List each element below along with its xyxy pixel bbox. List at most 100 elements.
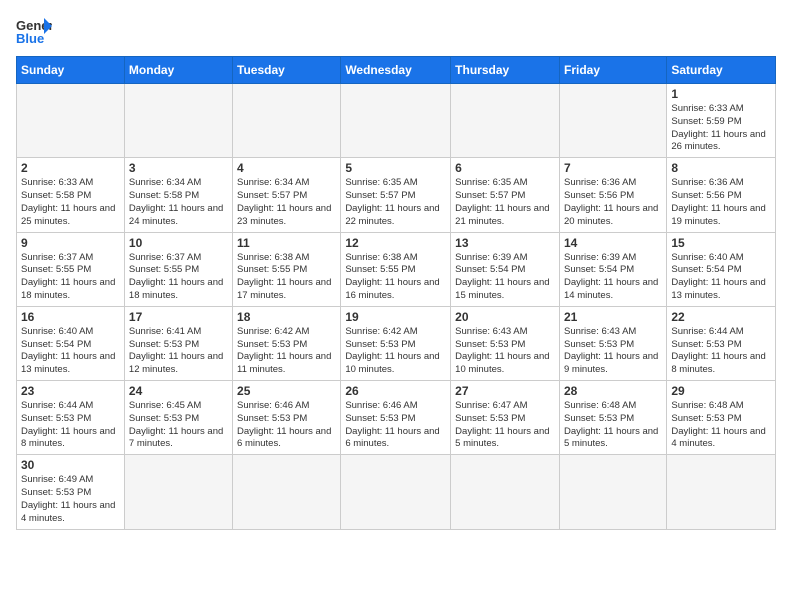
day-number: 2 — [21, 161, 120, 175]
calendar-week-2: 2 Sunrise: 6:33 AM Sunset: 5:58 PM Daylig… — [17, 158, 776, 232]
day-info: Sunrise: 6:43 AM Sunset: 5:53 PM Dayligh… — [564, 326, 662, 377]
calendar-header-row: SundayMondayTuesdayWednesdayThursdayFrid… — [17, 57, 776, 84]
day-number: 21 — [564, 310, 662, 324]
calendar-cell: 6 Sunrise: 6:35 AM Sunset: 5:57 PM Daylig… — [451, 158, 560, 232]
calendar-cell: 12 Sunrise: 6:38 AM Sunset: 5:55 PM Dayli… — [341, 232, 451, 306]
calendar-cell — [451, 455, 560, 529]
weekday-header-saturday: Saturday — [667, 57, 776, 84]
day-info: Sunrise: 6:34 AM Sunset: 5:58 PM Dayligh… — [129, 177, 228, 228]
day-info: Sunrise: 6:38 AM Sunset: 5:55 PM Dayligh… — [237, 252, 336, 303]
calendar-cell — [341, 455, 451, 529]
weekday-header-sunday: Sunday — [17, 57, 125, 84]
calendar-cell: 24 Sunrise: 6:45 AM Sunset: 5:53 PM Dayli… — [124, 381, 232, 455]
calendar-cell: 1Sunrise: 6:33 AM Sunset: 5:59 PM Daylig… — [667, 84, 776, 158]
calendar-cell: 18 Sunrise: 6:42 AM Sunset: 5:53 PM Dayli… — [233, 306, 341, 380]
calendar-cell — [667, 455, 776, 529]
day-number: 14 — [564, 236, 662, 250]
logo: General Blue — [16, 16, 52, 46]
calendar-week-5: 23 Sunrise: 6:44 AM Sunset: 5:53 PM Dayli… — [17, 381, 776, 455]
calendar-cell — [124, 84, 232, 158]
day-info: Sunrise: 6:39 AM Sunset: 5:54 PM Dayligh… — [564, 252, 662, 303]
calendar-cell: 16 Sunrise: 6:40 AM Sunset: 5:54 PM Dayli… — [17, 306, 125, 380]
day-info: Sunrise: 6:40 AM Sunset: 5:54 PM Dayligh… — [21, 326, 120, 377]
calendar-cell — [559, 84, 666, 158]
day-number: 6 — [455, 161, 555, 175]
day-info: Sunrise: 6:48 AM Sunset: 5:53 PM Dayligh… — [671, 400, 771, 451]
day-info: Sunrise: 6:37 AM Sunset: 5:55 PM Dayligh… — [129, 252, 228, 303]
day-number: 29 — [671, 384, 771, 398]
calendar-cell: 5Sunrise: 6:35 AM Sunset: 5:57 PM Daylig… — [341, 158, 451, 232]
day-number: 1 — [671, 87, 771, 101]
day-info: Sunrise: 6:34 AM Sunset: 5:57 PM Dayligh… — [237, 177, 336, 228]
day-number: 10 — [129, 236, 228, 250]
day-info: Sunrise: 6:47 AM Sunset: 5:53 PM Dayligh… — [455, 400, 555, 451]
calendar-week-4: 16 Sunrise: 6:40 AM Sunset: 5:54 PM Dayli… — [17, 306, 776, 380]
day-number: 9 — [21, 236, 120, 250]
day-info: Sunrise: 6:38 AM Sunset: 5:55 PM Dayligh… — [345, 252, 446, 303]
calendar-cell: 8 Sunrise: 6:36 AM Sunset: 5:56 PM Daylig… — [667, 158, 776, 232]
weekday-header-wednesday: Wednesday — [341, 57, 451, 84]
day-info: Sunrise: 6:37 AM Sunset: 5:55 PM Dayligh… — [21, 252, 120, 303]
weekday-header-friday: Friday — [559, 57, 666, 84]
calendar-cell: 27Sunrise: 6:47 AM Sunset: 5:53 PM Dayli… — [451, 381, 560, 455]
day-info: Sunrise: 6:36 AM Sunset: 5:56 PM Dayligh… — [671, 177, 771, 228]
day-number: 20 — [455, 310, 555, 324]
day-number: 15 — [671, 236, 771, 250]
day-info: Sunrise: 6:36 AM Sunset: 5:56 PM Dayligh… — [564, 177, 662, 228]
calendar-cell — [124, 455, 232, 529]
calendar-cell: 11 Sunrise: 6:38 AM Sunset: 5:55 PM Dayli… — [233, 232, 341, 306]
day-info: Sunrise: 6:44 AM Sunset: 5:53 PM Dayligh… — [671, 326, 771, 377]
calendar-cell: 20 Sunrise: 6:43 AM Sunset: 5:53 PM Dayli… — [451, 306, 560, 380]
day-info: Sunrise: 6:35 AM Sunset: 5:57 PM Dayligh… — [455, 177, 555, 228]
day-info: Sunrise: 6:42 AM Sunset: 5:53 PM Dayligh… — [237, 326, 336, 377]
day-info: Sunrise: 6:44 AM Sunset: 5:53 PM Dayligh… — [21, 400, 120, 451]
logo-icon: General Blue — [16, 16, 52, 46]
day-number: 30 — [21, 458, 120, 472]
calendar-cell: 19 Sunrise: 6:42 AM Sunset: 5:53 PM Dayli… — [341, 306, 451, 380]
day-info: Sunrise: 6:48 AM Sunset: 5:53 PM Dayligh… — [564, 400, 662, 451]
calendar-cell: 21 Sunrise: 6:43 AM Sunset: 5:53 PM Dayli… — [559, 306, 666, 380]
day-number: 26 — [345, 384, 446, 398]
day-info: Sunrise: 6:35 AM Sunset: 5:57 PM Dayligh… — [345, 177, 446, 228]
calendar-cell: 10 Sunrise: 6:37 AM Sunset: 5:55 PM Dayli… — [124, 232, 232, 306]
day-number: 18 — [237, 310, 336, 324]
day-info: Sunrise: 6:46 AM Sunset: 5:53 PM Dayligh… — [237, 400, 336, 451]
svg-text:Blue: Blue — [16, 31, 44, 46]
day-number: 11 — [237, 236, 336, 250]
day-info: Sunrise: 6:39 AM Sunset: 5:54 PM Dayligh… — [455, 252, 555, 303]
calendar-cell — [451, 84, 560, 158]
calendar-cell: 15Sunrise: 6:40 AM Sunset: 5:54 PM Dayli… — [667, 232, 776, 306]
day-info: Sunrise: 6:41 AM Sunset: 5:53 PM Dayligh… — [129, 326, 228, 377]
day-info: Sunrise: 6:49 AM Sunset: 5:53 PM Dayligh… — [21, 474, 120, 525]
calendar-cell: 17 Sunrise: 6:41 AM Sunset: 5:53 PM Dayli… — [124, 306, 232, 380]
day-number: 28 — [564, 384, 662, 398]
day-info: Sunrise: 6:45 AM Sunset: 5:53 PM Dayligh… — [129, 400, 228, 451]
day-number: 4 — [237, 161, 336, 175]
calendar-cell: 22 Sunrise: 6:44 AM Sunset: 5:53 PM Dayli… — [667, 306, 776, 380]
calendar-cell: 2 Sunrise: 6:33 AM Sunset: 5:58 PM Daylig… — [17, 158, 125, 232]
calendar-cell: 30 Sunrise: 6:49 AM Sunset: 5:53 PM Dayli… — [17, 455, 125, 529]
calendar-week-6: 30 Sunrise: 6:49 AM Sunset: 5:53 PM Dayli… — [17, 455, 776, 529]
calendar-cell — [233, 84, 341, 158]
day-number: 22 — [671, 310, 771, 324]
day-number: 25 — [237, 384, 336, 398]
calendar-cell: 4 Sunrise: 6:34 AM Sunset: 5:57 PM Daylig… — [233, 158, 341, 232]
day-info: Sunrise: 6:33 AM Sunset: 5:58 PM Dayligh… — [21, 177, 120, 228]
page-header: General Blue — [16, 16, 776, 46]
calendar-cell: 28 Sunrise: 6:48 AM Sunset: 5:53 PM Dayli… — [559, 381, 666, 455]
weekday-header-thursday: Thursday — [451, 57, 560, 84]
day-info: Sunrise: 6:43 AM Sunset: 5:53 PM Dayligh… — [455, 326, 555, 377]
calendar-cell: 3Sunrise: 6:34 AM Sunset: 5:58 PM Daylig… — [124, 158, 232, 232]
day-number: 24 — [129, 384, 228, 398]
calendar-cell — [17, 84, 125, 158]
day-number: 17 — [129, 310, 228, 324]
calendar-cell: 26Sunrise: 6:46 AM Sunset: 5:53 PM Dayli… — [341, 381, 451, 455]
day-number: 19 — [345, 310, 446, 324]
day-number: 23 — [21, 384, 120, 398]
calendar-cell — [233, 455, 341, 529]
day-number: 16 — [21, 310, 120, 324]
day-number: 8 — [671, 161, 771, 175]
calendar-cell: 14 Sunrise: 6:39 AM Sunset: 5:54 PM Dayli… — [559, 232, 666, 306]
day-info: Sunrise: 6:42 AM Sunset: 5:53 PM Dayligh… — [345, 326, 446, 377]
day-number: 12 — [345, 236, 446, 250]
